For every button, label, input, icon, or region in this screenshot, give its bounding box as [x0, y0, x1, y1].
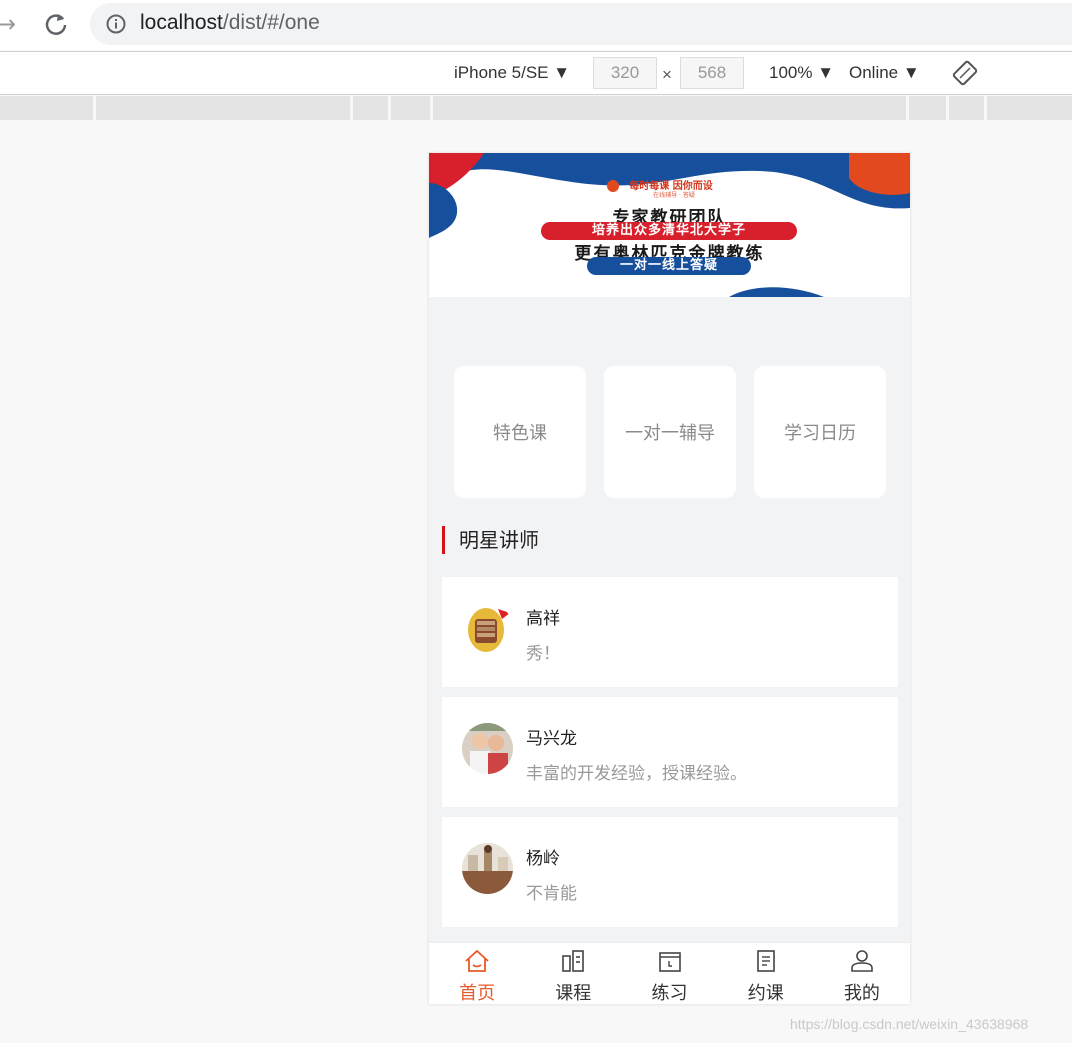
avatar — [462, 723, 513, 774]
booking-icon — [756, 950, 775, 972]
device-select-label: iPhone 5/SE — [454, 63, 549, 82]
avatar — [462, 603, 513, 654]
tab-label: 首页 — [459, 983, 496, 1004]
banner-red-pill: 培养出众多清华北大学子 — [541, 222, 797, 240]
teacher-desc: 不肯能 — [526, 884, 577, 904]
media-query-ruler — [0, 96, 1072, 120]
rotate-icon[interactable] — [952, 60, 978, 86]
zoom-label: 100% — [769, 63, 813, 82]
avatar — [462, 843, 513, 894]
quick-link-label: 学习日历 — [784, 423, 856, 444]
address-bar[interactable]: localhost/dist/#/one — [90, 3, 1072, 45]
ruler-tick — [93, 96, 96, 120]
tab-label: 约课 — [747, 983, 784, 1004]
teacher-name: 杨岭 — [526, 849, 560, 869]
ruler-tick — [350, 96, 353, 120]
tab-me[interactable]: 我的 — [814, 943, 910, 1004]
reload-icon[interactable] — [43, 11, 69, 37]
ruler-tick — [906, 96, 909, 120]
course-icon — [562, 950, 585, 972]
banner-subtitle: 在线辅导 · 答疑 — [653, 192, 695, 199]
url-text[interactable]: localhost/dist/#/one — [140, 11, 320, 35]
quick-link-label: 特色课 — [493, 423, 547, 444]
width-input[interactable]: 320 — [593, 57, 657, 89]
quick-link-label: 一对一辅导 — [625, 423, 715, 444]
home-icon — [465, 949, 489, 972]
ruler-tick — [388, 96, 391, 120]
tab-label: 我的 — [843, 983, 880, 1004]
tab-label: 课程 — [555, 983, 592, 1004]
teacher-card[interactable]: 马兴龙 丰富的开发经验，授课经验。 — [442, 697, 898, 807]
section-title: 明星讲师 — [442, 526, 539, 554]
teacher-desc: 秀！ — [526, 644, 560, 664]
quick-link-calendar[interactable]: 学习日历 — [754, 366, 886, 498]
device-toolbar: iPhone 5/SE ▼ 320 × 568 100% ▼ Online ▼ — [0, 51, 1072, 95]
teacher-name: 马兴龙 — [526, 729, 577, 749]
network-select[interactable]: Online ▼ — [849, 63, 920, 83]
zoom-select[interactable]: 100% ▼ — [769, 63, 834, 83]
bottom-tabbar: 首页 课程 练习 约课 我的 — [429, 942, 910, 1004]
teacher-name: 高祥 — [526, 609, 560, 629]
device-viewport: 每时每课 因你而设 在线辅导 · 答疑 专家教研团队 培养出众多清华北大学子 更… — [429, 153, 910, 1004]
ruler-tick — [984, 96, 987, 120]
teacher-card[interactable]: 高祥 秀！ — [442, 577, 898, 687]
quick-link-tutoring[interactable]: 一对一辅导 — [604, 366, 736, 498]
tab-course[interactable]: 课程 — [525, 943, 621, 1004]
tab-label: 练习 — [651, 983, 688, 1004]
height-input[interactable]: 568 — [680, 57, 744, 89]
tab-practice[interactable]: 练习 — [621, 943, 717, 1004]
practice-icon — [658, 952, 681, 972]
info-icon[interactable] — [106, 14, 126, 34]
device-select[interactable]: iPhone 5/SE ▼ — [454, 63, 570, 83]
browser-toolbar: → localhost/dist/#/one — [0, 0, 1072, 50]
ruler-tick — [946, 96, 949, 120]
dimension-separator: × — [662, 65, 672, 84]
tab-booking[interactable]: 约课 — [718, 943, 814, 1004]
banner-carousel[interactable]: 每时每课 因你而设 在线辅导 · 答疑 专家教研团队 培养出众多清华北大学子 更… — [429, 153, 910, 297]
watermark: https://blog.csdn.net/weixin_43638968 — [790, 1016, 1029, 1032]
network-label: Online — [849, 63, 899, 82]
forward-icon[interactable]: → — [0, 10, 16, 38]
url-host: localhost — [140, 11, 223, 34]
teacher-card[interactable]: 杨岭 不肯能 — [442, 817, 898, 927]
quick-link-featured[interactable]: 特色课 — [454, 366, 586, 498]
user-icon — [851, 950, 873, 972]
ruler-tick — [430, 96, 433, 120]
teacher-desc: 丰富的开发经验，授课经验。 — [526, 764, 747, 784]
tab-home[interactable]: 首页 — [429, 943, 525, 1004]
url-path: /dist/#/one — [222, 11, 320, 34]
banner-blue-pill: 一对一线上答疑 — [587, 257, 751, 275]
